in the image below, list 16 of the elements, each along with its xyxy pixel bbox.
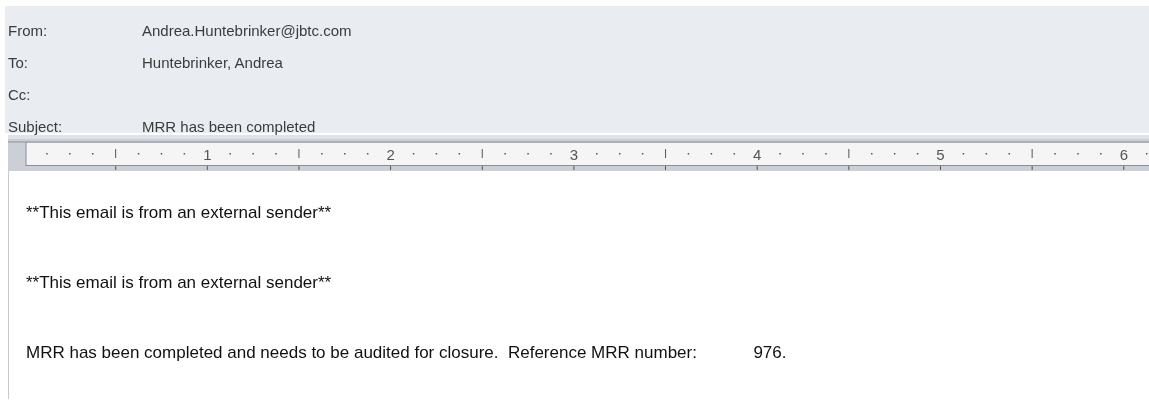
field-label: Cc: bbox=[8, 85, 32, 103]
field-label: From: bbox=[8, 21, 49, 39]
ruler-number: 3 bbox=[569, 146, 579, 163]
ruler-number: 5 bbox=[936, 146, 945, 163]
field-label: To: bbox=[8, 53, 29, 71]
ruler-number: 2 bbox=[386, 146, 395, 163]
message-paragraph: **This email is from an external sender** bbox=[26, 202, 333, 224]
ruler-number: 1 bbox=[203, 146, 212, 163]
message-paragraph: MRR has been completed and needs to be audited for closure. Reference MRR number: 976. bbox=[26, 342, 788, 364]
field-label: Subject: bbox=[8, 117, 64, 135]
field-value: Andrea.Huntebrinker@jbtc.com bbox=[142, 21, 352, 39]
field-value: Huntebrinker, Andrea bbox=[142, 53, 283, 71]
message-paragraph: **This email is from an external sender** bbox=[26, 272, 333, 294]
field-value: MRR has been completed bbox=[142, 117, 316, 135]
ruler-number: 6 bbox=[1119, 146, 1128, 163]
ruler-number: 4 bbox=[753, 146, 762, 163]
